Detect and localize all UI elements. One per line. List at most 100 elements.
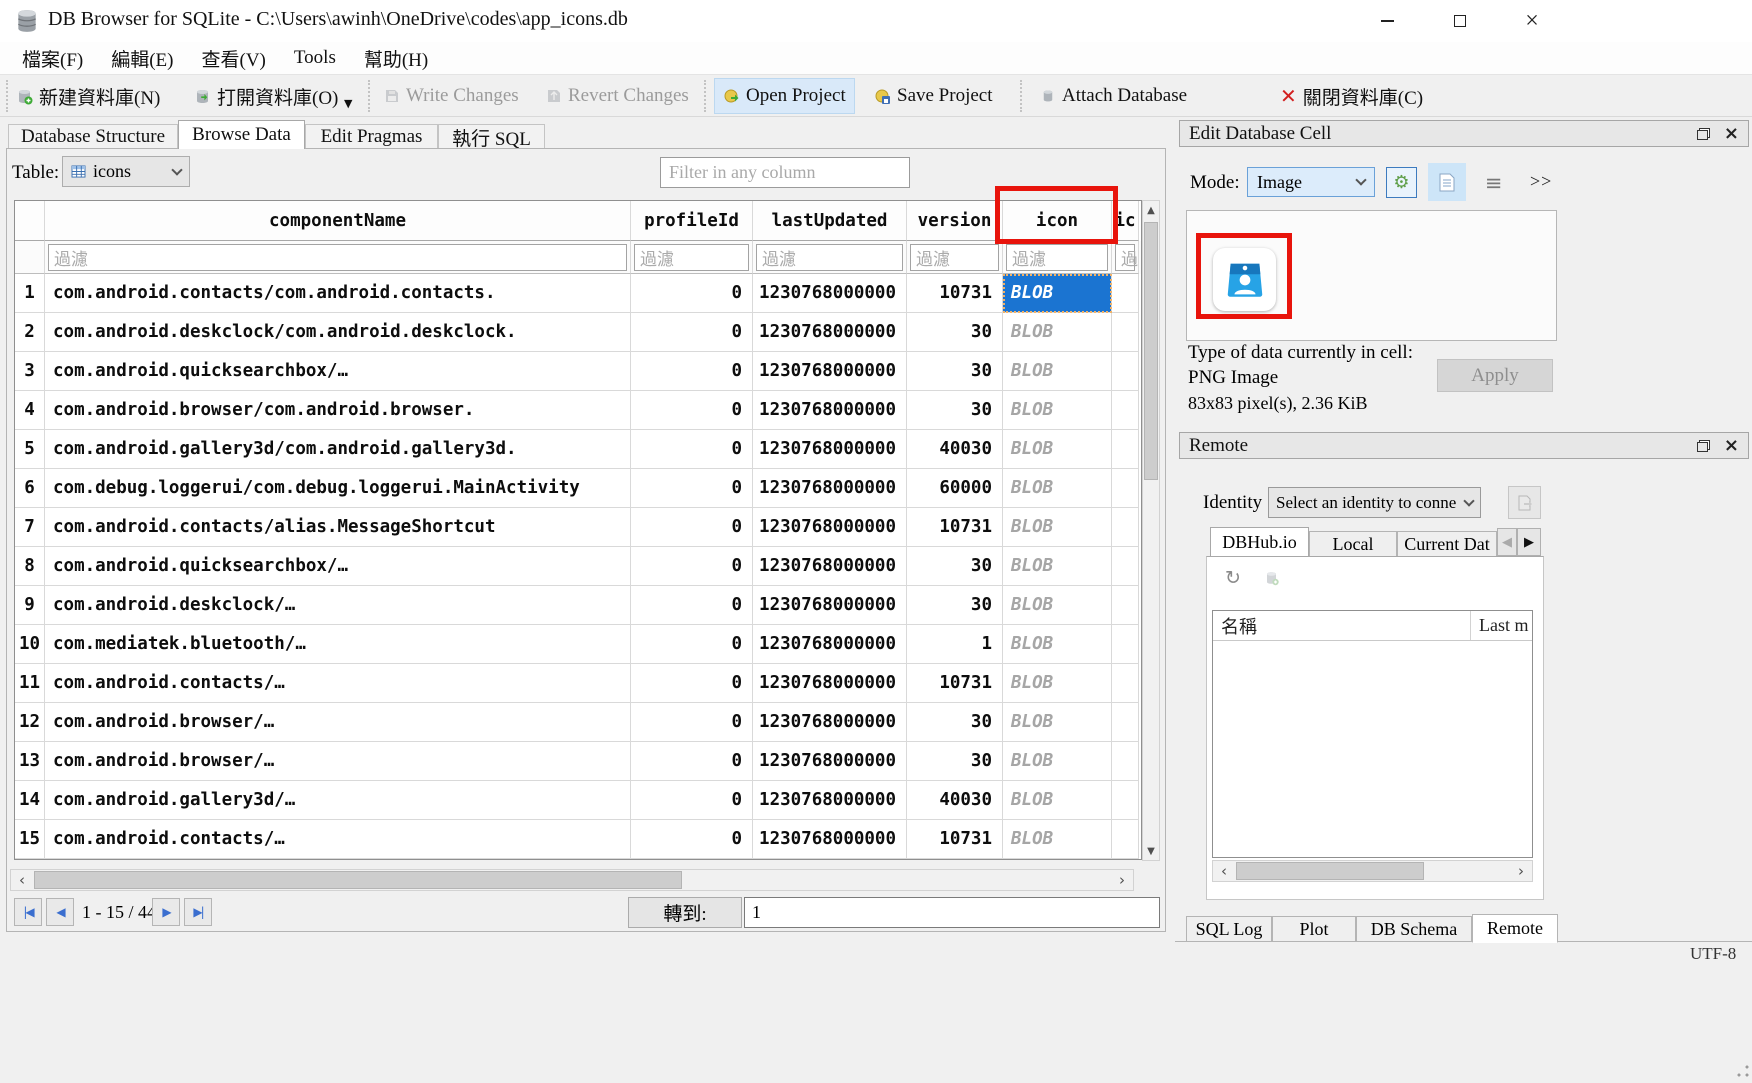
close-panel-icon[interactable]: ×	[1724, 125, 1739, 143]
grid-cell-lastUpdated[interactable]: 1230768000000	[753, 742, 907, 781]
grid-cell-version[interactable]: 10731	[907, 664, 1003, 703]
grid-cell-icon[interactable]: BLOB	[1003, 820, 1112, 859]
grid-cell-profileId[interactable]: 0	[631, 742, 753, 781]
grid-cell-componentName[interactable]: com.android.deskclock/…	[45, 586, 631, 625]
grid-cell-overflow[interactable]	[1112, 664, 1139, 703]
grid-hscroll-thumb[interactable]	[34, 871, 682, 889]
save-project-button[interactable]: Save Project	[866, 78, 1001, 114]
grid-cell-overflow[interactable]	[1112, 781, 1139, 820]
grid-cell-profileId[interactable]: 0	[631, 469, 753, 508]
revert-changes-button[interactable]: Revert Changes	[538, 78, 697, 114]
grid-cell-num[interactable]: 13	[15, 742, 45, 781]
grid-cell-componentName[interactable]: com.android.deskclock/com.android.deskcl…	[45, 313, 631, 352]
apply-button[interactable]: Apply	[1437, 359, 1553, 392]
grid-cell-num[interactable]: 11	[15, 664, 45, 703]
remote-clone-button[interactable]	[1256, 564, 1286, 592]
grid-cell-icon[interactable]: BLOB	[1003, 391, 1112, 430]
grid-cell-profileId[interactable]: 0	[631, 820, 753, 859]
col-header-num[interactable]	[15, 201, 45, 241]
remote-hscroll-left[interactable]: ‹	[1213, 861, 1235, 881]
grid-cell-overflow[interactable]	[1112, 352, 1139, 391]
grid-cell-overflow[interactable]	[1112, 508, 1139, 547]
grid-cell-version[interactable]: 30	[907, 391, 1003, 430]
col-header-overflow[interactable]: ic	[1112, 201, 1139, 241]
grid-cell-num[interactable]: 10	[15, 625, 45, 664]
grid-cell-overflow[interactable]	[1112, 547, 1139, 586]
grid-cell-lastUpdated[interactable]: 1230768000000	[753, 547, 907, 586]
grid-cell-lastUpdated[interactable]: 1230768000000	[753, 430, 907, 469]
close-button[interactable]: ×	[1507, 0, 1557, 42]
grid-cell-lastUpdated[interactable]: 1230768000000	[753, 274, 907, 313]
remote-horizontal-scrollbar[interactable]: ‹ ›	[1212, 860, 1533, 882]
open-database-dropdown[interactable]: ▼	[344, 97, 352, 110]
menu-edit[interactable]: 編輯(E)	[99, 43, 185, 74]
nav-next-button[interactable]: ▶	[152, 898, 180, 926]
grid-cell-icon[interactable]: BLOB	[1003, 586, 1112, 625]
goto-input[interactable]	[744, 897, 1160, 928]
remote-tab-current[interactable]: Current Dat	[1397, 531, 1497, 556]
grid-cell-icon[interactable]: BLOB	[1003, 547, 1112, 586]
grid-cell-lastUpdated[interactable]: 1230768000000	[753, 508, 907, 547]
grid-cell-version[interactable]: 30	[907, 703, 1003, 742]
grid-cell-num[interactable]: 2	[15, 313, 45, 352]
bottom-tab-remote[interactable]: Remote	[1472, 914, 1558, 943]
text-mode-button[interactable]	[1428, 163, 1466, 201]
grid-vscroll-thumb[interactable]	[1144, 222, 1158, 480]
grid-cell-lastUpdated[interactable]: 1230768000000	[753, 313, 907, 352]
bottom-tab-sql-log[interactable]: SQL Log	[1186, 916, 1272, 942]
resize-grip[interactable]	[1736, 1064, 1750, 1078]
grid-cell-profileId[interactable]: 0	[631, 313, 753, 352]
grid-cell-num[interactable]: 12	[15, 703, 45, 742]
grid-cell-profileId[interactable]: 0	[631, 547, 753, 586]
grid-cell-profileId[interactable]: 0	[631, 703, 753, 742]
grid-cell-profileId[interactable]: 0	[631, 391, 753, 430]
clone-db-button[interactable]	[1508, 486, 1541, 519]
grid-cell-version[interactable]: 30	[907, 313, 1003, 352]
grid-horizontal-scrollbar[interactable]: ‹ ›	[10, 869, 1134, 891]
grid-cell-lastUpdated[interactable]: 1230768000000	[753, 703, 907, 742]
grid-cell-componentName[interactable]: com.android.contacts/com.android.contact…	[45, 274, 631, 313]
grid-cell-profileId[interactable]: 0	[631, 430, 753, 469]
grid-cell-componentName[interactable]: com.android.contacts/…	[45, 664, 631, 703]
close-panel-icon[interactable]: ×	[1724, 437, 1739, 455]
grid-cell-lastUpdated[interactable]: 1230768000000	[753, 781, 907, 820]
remote-tabs-scroll-right[interactable]: ▶	[1517, 528, 1541, 556]
filter-any-column-input[interactable]	[660, 157, 910, 188]
grid-cell-componentName[interactable]: com.android.gallery3d/…	[45, 781, 631, 820]
float-panel-icon[interactable]	[1697, 440, 1710, 452]
column-filter-input[interactable]: 過濾	[756, 244, 903, 271]
grid-cell-overflow[interactable]	[1112, 469, 1139, 508]
grid-cell-version[interactable]: 30	[907, 352, 1003, 391]
grid-cell-componentName[interactable]: com.mediatek.bluetooth/…	[45, 625, 631, 664]
table-combobox[interactable]: icons	[62, 156, 190, 187]
grid-cell-overflow[interactable]	[1112, 274, 1139, 313]
grid-cell-num[interactable]: 6	[15, 469, 45, 508]
nav-last-button[interactable]: ▶|	[184, 898, 212, 926]
nav-first-button[interactable]: |◀	[14, 898, 42, 926]
goto-button[interactable]: 轉到:	[628, 897, 742, 928]
grid-cell-icon[interactable]: BLOB	[1003, 352, 1112, 391]
grid-cell-num[interactable]: 8	[15, 547, 45, 586]
grid-cell-overflow[interactable]	[1112, 820, 1139, 859]
grid-cell-overflow[interactable]	[1112, 313, 1139, 352]
remote-tab-dbhub[interactable]: DBHub.io	[1210, 527, 1309, 556]
grid-vscroll-up[interactable]: ▲	[1143, 201, 1159, 219]
menu-file[interactable]: 檔案(F)	[10, 43, 95, 74]
column-filter-input[interactable]: 過濾	[48, 244, 627, 271]
grid-cell-num[interactable]: 15	[15, 820, 45, 859]
grid-cell-version[interactable]: 30	[907, 742, 1003, 781]
grid-cell-profileId[interactable]: 0	[631, 586, 753, 625]
grid-cell-componentName[interactable]: com.android.gallery3d/com.android.galler…	[45, 430, 631, 469]
menu-view[interactable]: 查看(V)	[190, 43, 278, 74]
tab-database-structure[interactable]: Database Structure	[8, 124, 178, 149]
open-database-button[interactable]: 打開資料庫(O)	[186, 78, 346, 114]
remote-tab-local[interactable]: Local	[1309, 531, 1397, 556]
bottom-tab-plot[interactable]: Plot	[1272, 916, 1356, 942]
word-wrap-button[interactable]: ≡	[1478, 167, 1509, 198]
grid-cell-icon[interactable]: BLOB	[1003, 781, 1112, 820]
grid-cell-lastUpdated[interactable]: 1230768000000	[753, 352, 907, 391]
nav-prev-button[interactable]: ◀	[46, 898, 74, 926]
grid-cell-componentName[interactable]: com.android.browser/…	[45, 742, 631, 781]
grid-cell-lastUpdated[interactable]: 1230768000000	[753, 586, 907, 625]
grid-cell-profileId[interactable]: 0	[631, 508, 753, 547]
